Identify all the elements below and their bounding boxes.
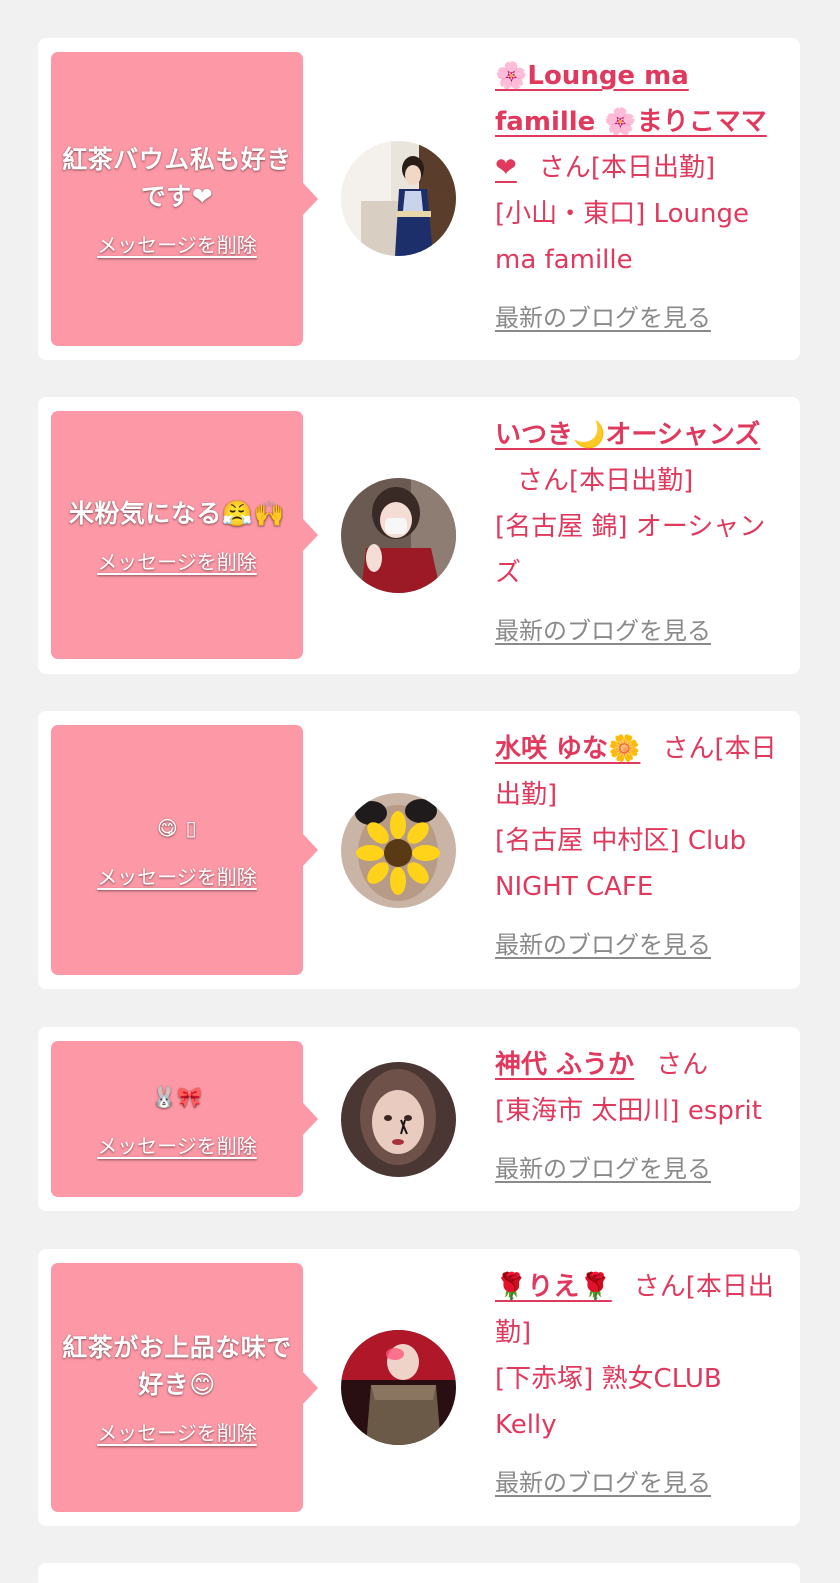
cast-info: いつき🌙オーシャンズさん[本日出勤] [名古屋 錦] オーシャンズ 最新のブログ… xyxy=(495,412,787,654)
shop-name: [小山・東口] Lounge ma famille xyxy=(495,199,749,275)
latest-blog-link[interactable]: 最新のブログを見る xyxy=(495,608,787,654)
next-card-edge xyxy=(38,1563,800,1583)
attendance-status: [本日出勤] xyxy=(590,153,716,183)
delete-message-link[interactable]: メッセージを削除 xyxy=(97,861,257,890)
shop-name: [名古屋 錦] オーシャンズ xyxy=(495,512,766,588)
attendance-status: [本日出勤] xyxy=(569,466,694,496)
latest-blog-link[interactable]: 最新のブログを見る xyxy=(495,295,787,341)
delete-message-link[interactable]: メッセージを削除 xyxy=(97,546,257,575)
message-text: 🐰🎀 xyxy=(151,1085,203,1109)
message-card: 紅茶がお上品な味で好き😊 メッセージを削除 🌹りえ🌹 さん[本日出勤] [下赤塚]… xyxy=(38,1249,800,1526)
cast-info: 神代 ふうか さん [東海市 太田川] esprit 最新のブログを見る xyxy=(495,1042,787,1192)
cast-name-link[interactable]: 水咲 ゆな🌼 xyxy=(495,734,640,764)
message-text: 紅茶がお上品な味で好き😊 xyxy=(62,1333,292,1399)
honorific: さん xyxy=(517,466,570,496)
cast-info: 水咲 ゆな🌼 さん[本日出勤] [名古屋 中村区] Club NIGHT CAFE… xyxy=(495,726,787,968)
delete-message-link[interactable]: メッセージを削除 xyxy=(97,1417,257,1446)
shop-name: [東海市 太田川] esprit xyxy=(495,1096,762,1126)
honorific: さん xyxy=(633,1272,686,1302)
cast-info: 🌹りえ🌹 さん[本日出勤] [下赤塚] 熟女CLUB Kelly 最新のブログを見… xyxy=(495,1264,787,1506)
message-card: 米粉気になる😤🙌 メッセージを削除 いつき🌙オーシャンズさん[本日出勤] [名古… xyxy=(38,397,800,674)
avatar[interactable] xyxy=(341,1330,456,1445)
latest-blog-link[interactable]: 最新のブログを見る xyxy=(495,1146,787,1192)
message-card: 😋 ▯ メッセージを削除 水咲 ゆな🌼 さん[本日出勤] [名古屋 中村区] Cl… xyxy=(38,711,800,989)
message-text: 😋 ▯ xyxy=(156,816,198,840)
avatar[interactable] xyxy=(341,1062,456,1177)
cast-name-link[interactable]: いつき🌙オーシャンズ xyxy=(495,420,760,450)
delete-message-link[interactable]: メッセージを削除 xyxy=(97,229,257,258)
message-bubble: 米粉気になる😤🙌 メッセージを削除 xyxy=(51,411,318,659)
shop-name: [下赤塚] 熟女CLUB Kelly xyxy=(495,1364,722,1440)
message-bubble: 🐰🎀 メッセージを削除 xyxy=(51,1041,318,1197)
message-bubble: 紅茶がお上品な味で好き😊 メッセージを削除 xyxy=(51,1263,318,1512)
honorific: さん xyxy=(662,734,715,764)
message-bubble: 紅茶バウム私も好きです❤ メッセージを削除 xyxy=(51,52,318,346)
message-bubble: 😋 ▯ メッセージを削除 xyxy=(51,725,318,975)
latest-blog-link[interactable]: 最新のブログを見る xyxy=(495,1460,787,1506)
message-text: 紅茶バウム私も好きです❤ xyxy=(62,144,292,211)
avatar[interactable] xyxy=(341,141,456,256)
latest-blog-link[interactable]: 最新のブログを見る xyxy=(495,922,787,968)
delete-message-link[interactable]: メッセージを削除 xyxy=(97,1130,257,1159)
message-text: 米粉気になる😤🙌 xyxy=(68,499,286,528)
honorific: さん xyxy=(656,1050,709,1080)
message-card: 🐰🎀 メッセージを削除 神代 ふうか さん [東海市 太田川] esprit 最新… xyxy=(38,1027,800,1211)
honorific: さん xyxy=(538,153,591,183)
cast-info: 🌸Lounge ma famille 🌸まりこママ❤ さん[本日出勤] [小山・東… xyxy=(495,53,787,341)
cast-name-link[interactable]: 神代 ふうか xyxy=(495,1050,634,1080)
avatar[interactable] xyxy=(341,478,456,593)
message-card: 紅茶バウム私も好きです❤ メッセージを削除 🌸Lounge ma famille… xyxy=(38,38,800,360)
cast-name-link[interactable]: 🌹りえ🌹 xyxy=(495,1272,612,1302)
avatar[interactable] xyxy=(341,793,456,908)
shop-name: [名古屋 中村区] Club NIGHT CAFE xyxy=(495,826,747,902)
